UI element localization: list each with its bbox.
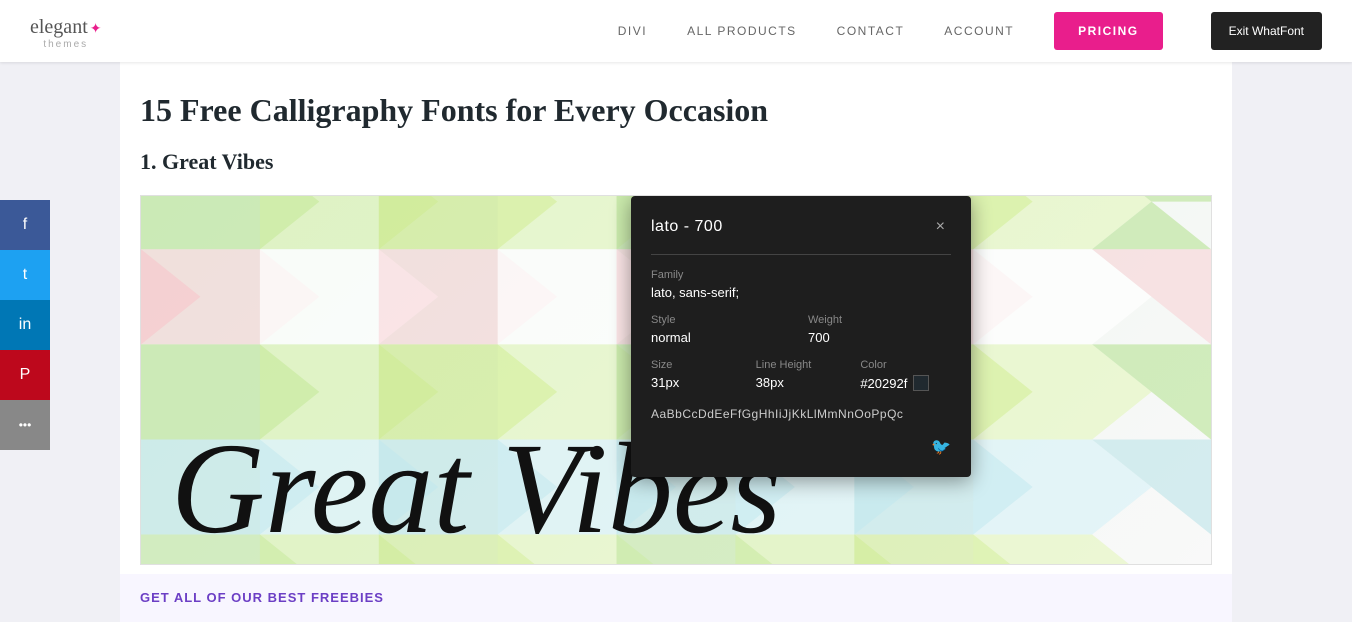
popup-size-label: Size	[651, 359, 742, 371]
popup-lineheight-label: Line Height	[756, 359, 847, 371]
popup-header: lato - 700 ×	[651, 216, 951, 238]
popup-color-cell: Color #20292f	[860, 359, 951, 391]
whatfont-popup: lato - 700 × Family lato, sans-serif; St…	[631, 196, 971, 477]
popup-family-value: lato, sans-serif;	[651, 285, 951, 300]
popup-size-cell: Size 31px	[651, 359, 742, 391]
nav-contact[interactable]: CONTACT	[837, 24, 905, 38]
logo[interactable]: elegant✦ themes	[30, 13, 101, 50]
pricing-button[interactable]: PRICING	[1054, 12, 1163, 50]
popup-color-label: Color	[860, 359, 951, 371]
popup-weight-cell: Weight 700	[808, 314, 951, 345]
cta-text: GET ALL OF OUR BEST FREEBIES	[140, 590, 384, 605]
popup-color-value-row: #20292f	[860, 375, 951, 391]
font-image-area: Great Vibes lato - 700 × Family lato, sa…	[140, 195, 1212, 565]
popup-style-weight-grid: Style normal Weight 700	[651, 314, 951, 345]
main-content: 15 Free Calligraphy Fonts for Every Occa…	[120, 62, 1232, 622]
popup-lineheight-cell: Line Height 38px	[756, 359, 847, 391]
logo-subtitle: themes	[30, 39, 101, 50]
popup-size-value: 31px	[651, 375, 742, 390]
header: elegant✦ themes DIVI ALL PRODUCTS CONTAC…	[0, 0, 1352, 62]
popup-weight-label: Weight	[808, 314, 951, 326]
facebook-icon: f	[23, 216, 27, 234]
popup-family-row: Family lato, sans-serif;	[651, 269, 951, 300]
main-nav: DIVI ALL PRODUCTS CONTACT ACCOUNT PRICIN…	[618, 12, 1322, 50]
facebook-share-button[interactable]: f	[0, 200, 50, 250]
linkedin-share-button[interactable]: in	[0, 300, 50, 350]
twitter-icon: t	[23, 266, 27, 284]
popup-style-label: Style	[651, 314, 794, 326]
popup-style-cell: Style normal	[651, 314, 794, 345]
pinterest-share-button[interactable]: P	[0, 350, 50, 400]
popup-family-label: Family	[651, 269, 951, 281]
nav-all-products[interactable]: ALL PRODUCTS	[687, 24, 797, 38]
popup-divider	[651, 254, 951, 255]
pinterest-icon: P	[20, 366, 31, 384]
twitter-share-icon[interactable]: 🐦	[931, 437, 951, 457]
popup-size-grid: Size 31px Line Height 38px Color #20292f	[651, 359, 951, 391]
popup-footer: 🐦	[651, 437, 951, 457]
more-share-button[interactable]: •••	[0, 400, 50, 450]
color-swatch	[913, 375, 929, 391]
logo-star-icon: ✦	[90, 22, 102, 37]
article-title: 15 Free Calligraphy Fonts for Every Occa…	[120, 92, 1232, 129]
nav-account[interactable]: ACCOUNT	[944, 24, 1014, 38]
popup-weight-value: 700	[808, 330, 951, 345]
popup-color-value: #20292f	[860, 376, 907, 391]
bottom-cta[interactable]: GET ALL OF OUR BEST FREEBIES	[120, 574, 1232, 622]
popup-close-button[interactable]: ×	[930, 216, 951, 238]
social-sidebar: f t in P •••	[0, 200, 50, 450]
exit-whatfont-button[interactable]: Exit WhatFont	[1211, 12, 1322, 50]
linkedin-icon: in	[19, 316, 31, 334]
nav-divi[interactable]: DIVI	[618, 24, 647, 38]
popup-style-value: normal	[651, 330, 794, 345]
logo-text: elegant✦	[30, 13, 101, 38]
section-heading: 1. Great Vibes	[120, 149, 1232, 175]
twitter-share-button[interactable]: t	[0, 250, 50, 300]
popup-alphabet: AaBbCcDdEeFfGgHhIiJjKkLlMmNnOoPpQc	[651, 407, 951, 421]
popup-lineheight-value: 38px	[756, 375, 847, 390]
popup-title: lato - 700	[651, 218, 723, 236]
more-icon: •••	[19, 418, 32, 432]
